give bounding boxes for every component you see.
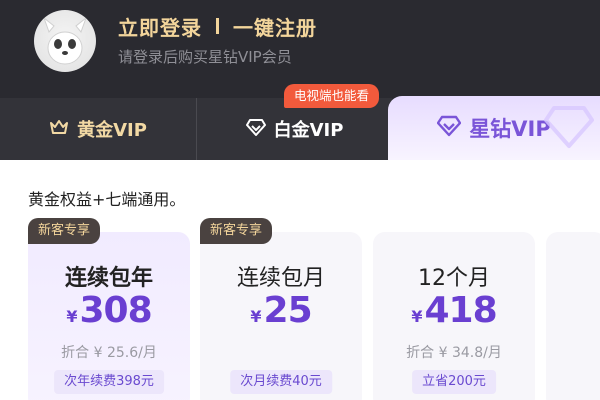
plan-price: ¥25: [200, 290, 362, 331]
plan-card-monthly-auto[interactable]: 连续包月 ¥25 次月续费40元: [200, 232, 362, 400]
renewal-tag: 次月续费40元: [230, 370, 332, 394]
plan-price: ¥418: [373, 290, 535, 331]
login-button[interactable]: 立即登录: [118, 12, 202, 41]
plan-card-partial[interactable]: [546, 232, 600, 400]
currency-symbol: ¥: [66, 307, 78, 326]
new-customer-badge: 新客专享: [28, 218, 101, 244]
plan-content: 黄金权益+七端通用。 连续包年 ¥308 折合 ¥ 25.6/月 次年续费398…: [0, 160, 600, 400]
new-customer-badge: 新客专享: [200, 218, 273, 244]
separator: [216, 18, 219, 34]
plan-card-12-months[interactable]: 12个月 ¥418 折合 ¥ 34.8/月 立省200元: [373, 232, 535, 400]
savings-tag: 立省200元: [412, 370, 496, 394]
login-register-line: 立即登录 一键注册: [118, 12, 317, 40]
diamond-watermark-icon: [544, 106, 594, 148]
tab-gold-vip[interactable]: 黄金VIP: [0, 98, 196, 160]
plan-title: 12个月: [418, 266, 490, 291]
register-button[interactable]: 一键注册: [233, 12, 317, 41]
login-hint: 请登录后购买星钻VIP会员: [118, 48, 292, 66]
currency-symbol: ¥: [250, 307, 262, 326]
tv-badge: 电视端也能看: [284, 84, 380, 108]
plan-card-annual-auto[interactable]: 连续包年 ¥308 折合 ¥ 25.6/月 次年续费398元: [28, 232, 190, 400]
price-value: 25: [263, 290, 313, 331]
tab-label: 黄金VIP: [77, 120, 147, 141]
star-diamond-icon: [437, 115, 462, 141]
plan-title: 连续包月: [236, 266, 325, 291]
benefit-description: 黄金权益+七端通用。: [28, 190, 186, 209]
plan-price: ¥308: [28, 290, 190, 331]
diamond-icon: [245, 118, 266, 140]
currency-symbol: ¥: [411, 307, 423, 326]
renewal-tag: 次年续费398元: [54, 370, 164, 394]
plan-title: 连续包年: [64, 266, 153, 291]
monthly-equivalent: 折合 ¥ 34.8/月: [406, 345, 502, 361]
price-value: 308: [79, 290, 152, 331]
crown-icon: [49, 118, 69, 140]
tab-label: 白金VIP: [273, 120, 344, 141]
avatar[interactable]: [34, 10, 96, 72]
price-value: 418: [424, 290, 497, 331]
tab-label: 星钻VIP: [469, 117, 551, 141]
monthly-equivalent: 折合 ¥ 25.6/月: [61, 345, 157, 361]
